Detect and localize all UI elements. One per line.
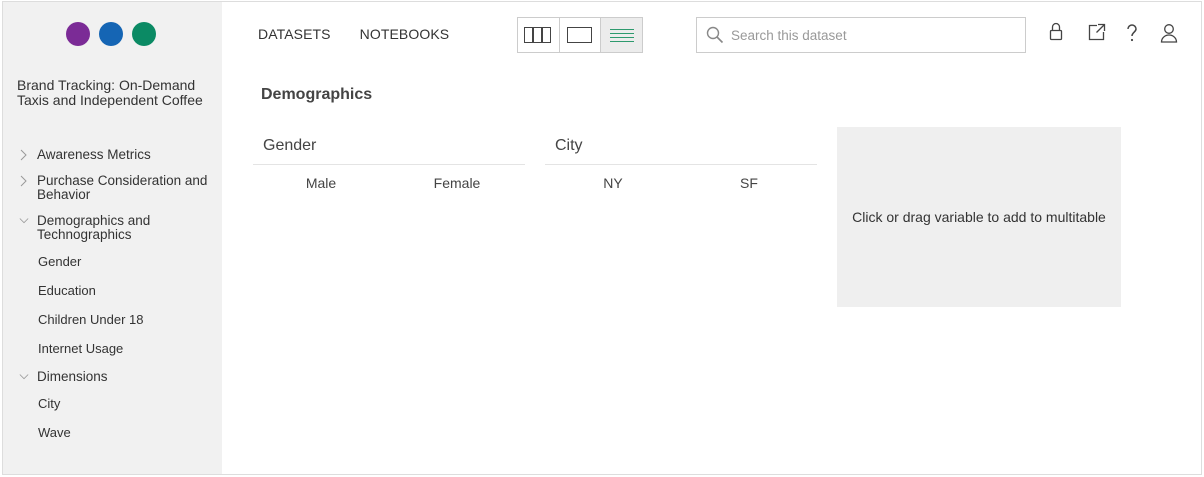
columns-view-button[interactable] bbox=[518, 18, 560, 52]
single-view-button[interactable] bbox=[560, 18, 602, 52]
drop-zone-label: Click or drag variable to add to multita… bbox=[852, 209, 1106, 225]
nav-link-notebooks[interactable]: NOTEBOOKS bbox=[360, 26, 450, 42]
sidebar-item-gender[interactable]: Gender bbox=[38, 254, 81, 269]
category-label: Female bbox=[433, 175, 481, 191]
category-label: NY bbox=[603, 175, 623, 191]
chevron-down-icon bbox=[19, 374, 29, 380]
category-label: SF bbox=[740, 175, 758, 191]
sidebar: Brand Tracking: On-Demand Taxis and Inde… bbox=[3, 2, 222, 474]
variable-card-city[interactable]: City NY SF bbox=[545, 135, 817, 195]
dataset-title: Brand Tracking: On-Demand Taxis and Inde… bbox=[17, 77, 203, 108]
list-view-button[interactable] bbox=[601, 18, 643, 52]
top-nav: DATASETS NOTEBOOKS bbox=[258, 26, 449, 42]
export-icon[interactable] bbox=[1088, 23, 1106, 41]
list-view-icon bbox=[609, 29, 634, 42]
divider bbox=[253, 164, 525, 165]
sidebar-item-wave[interactable]: Wave bbox=[38, 425, 71, 440]
search-input[interactable] bbox=[731, 26, 1011, 44]
view-switcher bbox=[517, 17, 643, 53]
sidebar-group-purchase-consideration[interactable]: Purchase Consideration and Behavior bbox=[3, 174, 222, 204]
sidebar-item-internet-usage[interactable]: Internet Usage bbox=[38, 341, 123, 356]
sidebar-item-children-under-18[interactable]: Children Under 18 bbox=[38, 312, 144, 327]
columns-view-icon bbox=[524, 27, 552, 43]
chevron-right-icon bbox=[20, 149, 27, 161]
brand-dot-purple bbox=[66, 22, 90, 46]
multitable-drop-zone[interactable]: Click or drag variable to add to multita… bbox=[837, 127, 1121, 307]
variable-title: City bbox=[555, 137, 583, 154]
category-label: Male bbox=[305, 175, 337, 191]
page-title: Demographics bbox=[261, 86, 373, 103]
chevron-down-icon bbox=[19, 218, 29, 224]
brand-dot-blue bbox=[99, 22, 123, 46]
search-icon bbox=[706, 26, 724, 44]
sidebar-group-dimensions[interactable]: Dimensions bbox=[3, 370, 222, 386]
sidebar-item-education[interactable]: Education bbox=[38, 283, 96, 298]
sidebar-item-city[interactable]: City bbox=[38, 396, 60, 411]
variable-card-gender[interactable]: Gender Male Female bbox=[253, 135, 525, 195]
search-box bbox=[696, 17, 1026, 53]
help-icon[interactable] bbox=[1126, 23, 1138, 43]
lock-icon[interactable] bbox=[1049, 22, 1063, 42]
sidebar-group-demographics[interactable]: Demographics and Technographics bbox=[3, 214, 222, 244]
sidebar-group-label: Purchase Consideration and Behavior bbox=[37, 173, 208, 202]
app-window: Brand Tracking: On-Demand Taxis and Inde… bbox=[2, 1, 1202, 475]
divider bbox=[545, 164, 817, 165]
brand-dot-green bbox=[132, 22, 156, 46]
sidebar-group-label: Awareness Metrics bbox=[37, 147, 151, 162]
sidebar-group-label: Demographics and Technographics bbox=[37, 213, 151, 242]
chevron-right-icon bbox=[20, 175, 27, 187]
brand-logo[interactable] bbox=[66, 22, 156, 46]
variable-title: Gender bbox=[263, 137, 317, 154]
nav-link-datasets[interactable]: DATASETS bbox=[258, 26, 331, 42]
single-view-icon bbox=[567, 27, 592, 43]
sidebar-group-label: Dimensions bbox=[37, 369, 108, 384]
user-icon[interactable] bbox=[1160, 23, 1178, 43]
sidebar-group-awareness-metrics[interactable]: Awareness Metrics bbox=[3, 148, 222, 164]
